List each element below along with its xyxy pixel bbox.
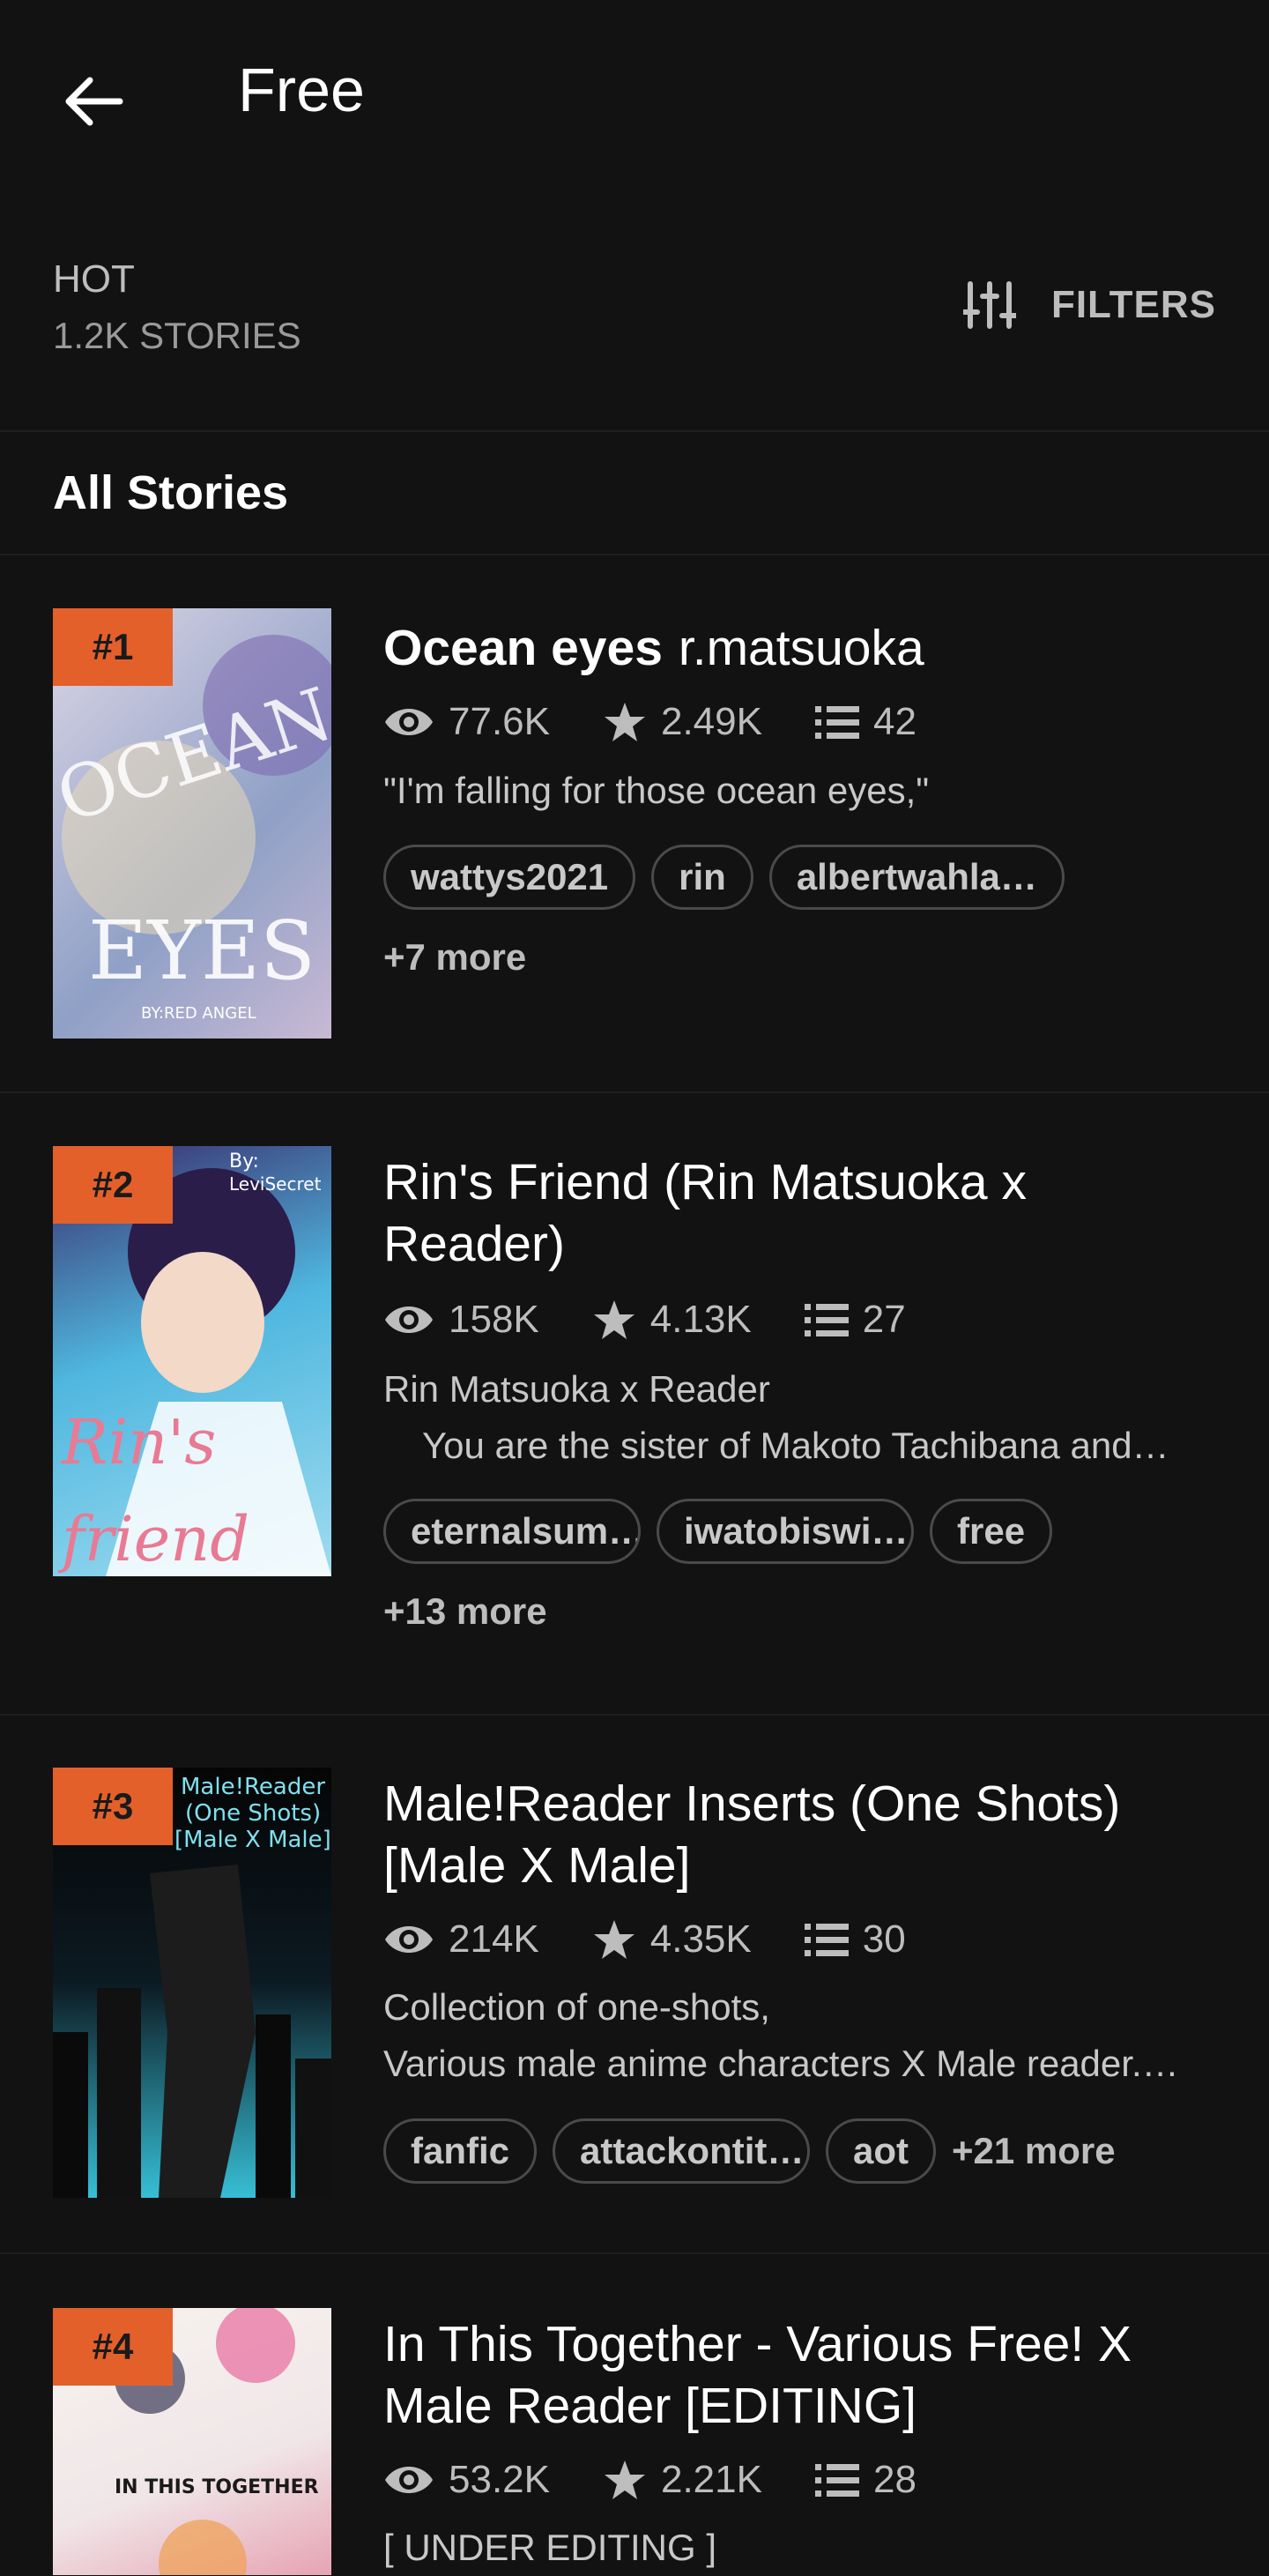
- divider: [0, 554, 1269, 555]
- story-cover: Rin's friend By: LeviSecret #2: [53, 1146, 331, 1576]
- eye-icon: [383, 704, 434, 740]
- story-cover: Male!Reader (One Shots) [Male X Male] #3: [53, 1768, 331, 2198]
- tag[interactable]: eternalsum…: [383, 1499, 641, 1564]
- story-description: Rin Matsuoka x Reader: [383, 1368, 770, 1410]
- star-icon: [592, 1918, 636, 1961]
- divider: [0, 2252, 1269, 2254]
- read-count: 77.6K: [449, 700, 550, 743]
- story-cover: IN THIS TOGETHER #4: [53, 2308, 331, 2575]
- story-description: Collection of one-shots,: [383, 1986, 770, 2028]
- svg-text:Rin's: Rin's: [60, 1406, 216, 1478]
- filters-button[interactable]: FILTERS: [962, 280, 1216, 330]
- svg-text:IN THIS TOGETHER: IN THIS TOGETHER: [115, 2476, 319, 2498]
- divider: [0, 1714, 1269, 1716]
- tag[interactable]: fanfic: [383, 2118, 538, 2184]
- svg-text:By:: By:: [229, 1150, 259, 1173]
- filters-label: FILTERS: [1050, 283, 1216, 326]
- parts-list-icon: [814, 704, 859, 740]
- story-title: Ocean eyes r.matsuoka: [383, 617, 1216, 679]
- section-title: All Stories: [53, 466, 289, 519]
- svg-text:BY:RED ANGEL: BY:RED ANGEL: [141, 1004, 256, 1023]
- vote-count: 4.35K: [649, 1917, 752, 1961]
- story-description: [ UNDER EDITING ]: [383, 2527, 717, 2568]
- tag[interactable]: rin: [651, 845, 753, 910]
- rank-badge: #3: [53, 1768, 173, 1845]
- vote-count: 2.21K: [660, 2458, 762, 2501]
- back-arrow-icon[interactable]: [53, 62, 132, 141]
- story-cover: OCEAN EYES BY:RED ANGEL #1: [53, 608, 331, 1039]
- eye-icon: [383, 2462, 434, 2498]
- more-tags[interactable]: +7 more: [383, 936, 526, 979]
- tag-list: wattys2021 rin albertwahla…: [383, 845, 1065, 910]
- part-count: 28: [872, 2458, 916, 2501]
- more-tags[interactable]: +21 more: [952, 2130, 1116, 2172]
- read-count: 53.2K: [449, 2458, 550, 2501]
- eye-icon: [383, 1302, 434, 1337]
- story-description-2: Various male anime characters X Male rea…: [383, 2043, 1179, 2084]
- divider: [0, 430, 1269, 432]
- part-count: 30: [862, 1917, 906, 1961]
- svg-text:(One Shots): (One Shots): [185, 1800, 321, 1827]
- part-count: 27: [862, 1298, 906, 1341]
- more-tags[interactable]: +13 more: [383, 1590, 547, 1633]
- star-icon: [603, 2459, 647, 2501]
- svg-text:Male!Reader: Male!Reader: [181, 1774, 325, 1800]
- page-title: Free: [238, 56, 365, 124]
- story-description-2: You are the sister of Makoto Tachibana a…: [422, 1425, 1169, 1466]
- story-title: In This Together - Various Free! X Male …: [383, 2316, 1132, 2434]
- tag[interactable]: aot: [826, 2118, 937, 2184]
- read-count: 214K: [449, 1917, 539, 1961]
- divider: [0, 1091, 1269, 1093]
- tag-list: fanfic attackontit… aot +21 more: [383, 2118, 1116, 2184]
- star-icon: [603, 701, 647, 743]
- rank-badge: #2: [53, 1146, 173, 1224]
- tag[interactable]: wattys2021: [383, 845, 636, 910]
- svg-text:EYES: EYES: [88, 904, 315, 998]
- rank-badge: #1: [53, 608, 173, 686]
- sliders-icon: [962, 280, 1016, 330]
- story-author[interactable]: r.matsuoka: [679, 620, 924, 676]
- parts-list-icon: [814, 2462, 859, 2498]
- star-icon: [592, 1299, 636, 1341]
- svg-text:friend: friend: [57, 1503, 249, 1575]
- parts-list-icon: [804, 1922, 849, 1957]
- rank-badge: #4: [53, 2308, 173, 2386]
- tag[interactable]: attackontit…: [553, 2118, 811, 2184]
- story-stats: 214K 4.35K 30: [383, 1917, 959, 1962]
- read-count: 158K: [449, 1298, 539, 1341]
- part-count: 42: [872, 700, 916, 743]
- svg-text:LeviSecret: LeviSecret: [229, 1173, 322, 1195]
- story-title: Rin's Friend (Rin Matsuoka x Reader): [383, 1154, 1027, 1272]
- sort-label[interactable]: HOT: [53, 257, 135, 302]
- app-header: Free: [0, 0, 1269, 190]
- tag[interactable]: free: [930, 1499, 1053, 1564]
- svg-text:[Male X Male]: [Male X Male]: [174, 1827, 331, 1853]
- story-title-text: Ocean eyes: [383, 620, 663, 676]
- parts-list-icon: [804, 1302, 849, 1337]
- story-stats: 158K 4.13K 27: [383, 1298, 959, 1342]
- tag-list: eternalsum… iwatobiswi… free: [383, 1499, 1053, 1564]
- story-stats: 77.6K 2.49K 42: [383, 700, 969, 744]
- vote-count: 2.49K: [660, 700, 762, 743]
- tag[interactable]: iwatobiswi…: [657, 1499, 914, 1564]
- tag[interactable]: albertwahla…: [768, 845, 1065, 910]
- eye-icon: [383, 1922, 434, 1957]
- story-title: Male!Reader Inserts (One Shots) [Male X …: [383, 1776, 1121, 1894]
- story-stats: 53.2K 2.21K 28: [383, 2458, 969, 2502]
- vote-count: 4.13K: [649, 1298, 752, 1341]
- story-count: 1.2K STORIES: [53, 315, 301, 356]
- story-description: "I'm falling for those ocean eyes,": [383, 770, 930, 811]
